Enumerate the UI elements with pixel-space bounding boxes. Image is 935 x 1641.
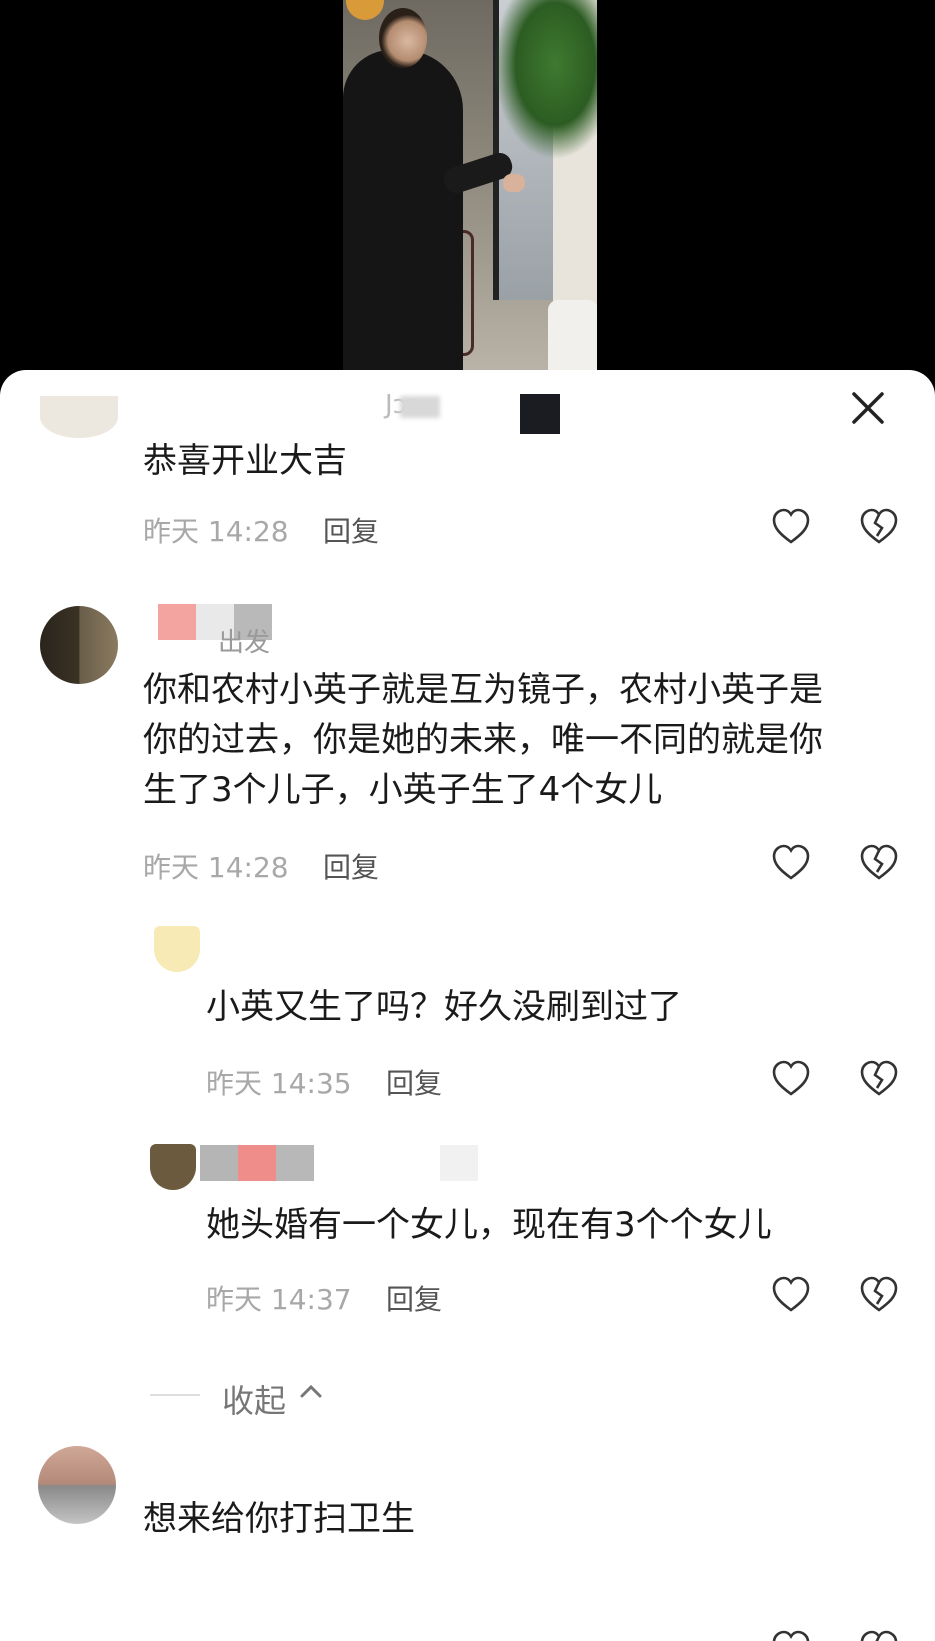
username-masked — [200, 1145, 314, 1181]
comment-text: 恭喜开业大吉 — [143, 441, 347, 481]
avatar[interactable] — [150, 1144, 196, 1190]
video-player[interactable] — [0, 0, 935, 400]
video-plant-pot — [548, 300, 597, 372]
close-button[interactable] — [848, 388, 888, 428]
collapse-label: 收起 — [222, 1382, 287, 1420]
dislike-button[interactable] — [858, 1628, 900, 1641]
like-button[interactable] — [770, 1058, 812, 1100]
comment-text-line: 你和农村小英子就是互为镜子，农村小英子是 — [143, 670, 823, 710]
avatar[interactable] — [38, 1446, 116, 1524]
like-button[interactable] — [770, 842, 812, 884]
chevron-up-icon — [298, 1376, 324, 1415]
heart-icon — [772, 1630, 810, 1641]
avatar[interactable] — [40, 606, 118, 684]
collapse-divider — [150, 1394, 200, 1396]
dislike-button[interactable] — [858, 1058, 900, 1100]
username: 出发 — [218, 628, 271, 658]
reply-button[interactable]: 回复 — [323, 846, 379, 886]
comment-text: 想来给你打扫卫生 — [143, 1499, 415, 1539]
video-person — [343, 50, 463, 372]
broken-heart-icon — [860, 1630, 898, 1641]
comment-text: 小英又生了吗？好久没刷到过了 — [206, 987, 682, 1027]
broken-heart-icon — [860, 508, 898, 544]
like-button[interactable] — [770, 506, 812, 548]
comment-time: 昨天 14:28 — [143, 515, 289, 548]
dislike-button[interactable] — [858, 1274, 900, 1316]
heart-icon — [772, 508, 810, 544]
close-icon — [852, 392, 884, 424]
broken-heart-icon — [860, 844, 898, 880]
comment-time: 昨天 14:35 — [206, 1067, 352, 1100]
reply-button[interactable]: 回复 — [386, 1062, 442, 1102]
heart-icon — [772, 844, 810, 880]
comment-time: 昨天 14:28 — [143, 851, 289, 884]
reply-button[interactable]: 回复 — [323, 510, 379, 550]
broken-heart-icon — [860, 1060, 898, 1096]
broken-heart-icon — [860, 1276, 898, 1312]
reply-button[interactable]: 回复 — [386, 1278, 442, 1318]
heart-icon — [772, 1060, 810, 1096]
comment-text-line: 你的过去，你是她的未来，唯一不同的就是你 — [143, 720, 823, 760]
video-person-hand — [503, 174, 525, 192]
video-lamp — [346, 0, 384, 20]
video-plant — [493, 0, 597, 160]
dislike-button[interactable] — [858, 842, 900, 884]
title-mask — [520, 394, 560, 434]
avatar[interactable] — [40, 396, 118, 438]
comment-text: 她头婚有一个女儿，现在有3个个女儿 — [206, 1205, 772, 1245]
like-button[interactable] — [770, 1628, 812, 1641]
heart-icon — [772, 1276, 810, 1312]
video-frame — [343, 0, 597, 372]
video-person-head — [379, 8, 427, 68]
dislike-button[interactable] — [858, 506, 900, 548]
title-blur — [400, 396, 440, 418]
avatar[interactable] — [154, 926, 200, 972]
comment-text-line: 生了3个儿子，小英子生了4个女儿 — [143, 770, 663, 810]
like-button[interactable] — [770, 1274, 812, 1316]
sheet-header: Jɔɔ.. — [0, 370, 935, 436]
comment-sheet: Jɔɔ.. 恭喜开业大吉 昨天 14:28 回复 出发 你和农村小英子就是互为镜… — [0, 370, 935, 1641]
comment-time: 昨天 14:37 — [206, 1283, 352, 1316]
username-masked — [440, 1145, 478, 1181]
